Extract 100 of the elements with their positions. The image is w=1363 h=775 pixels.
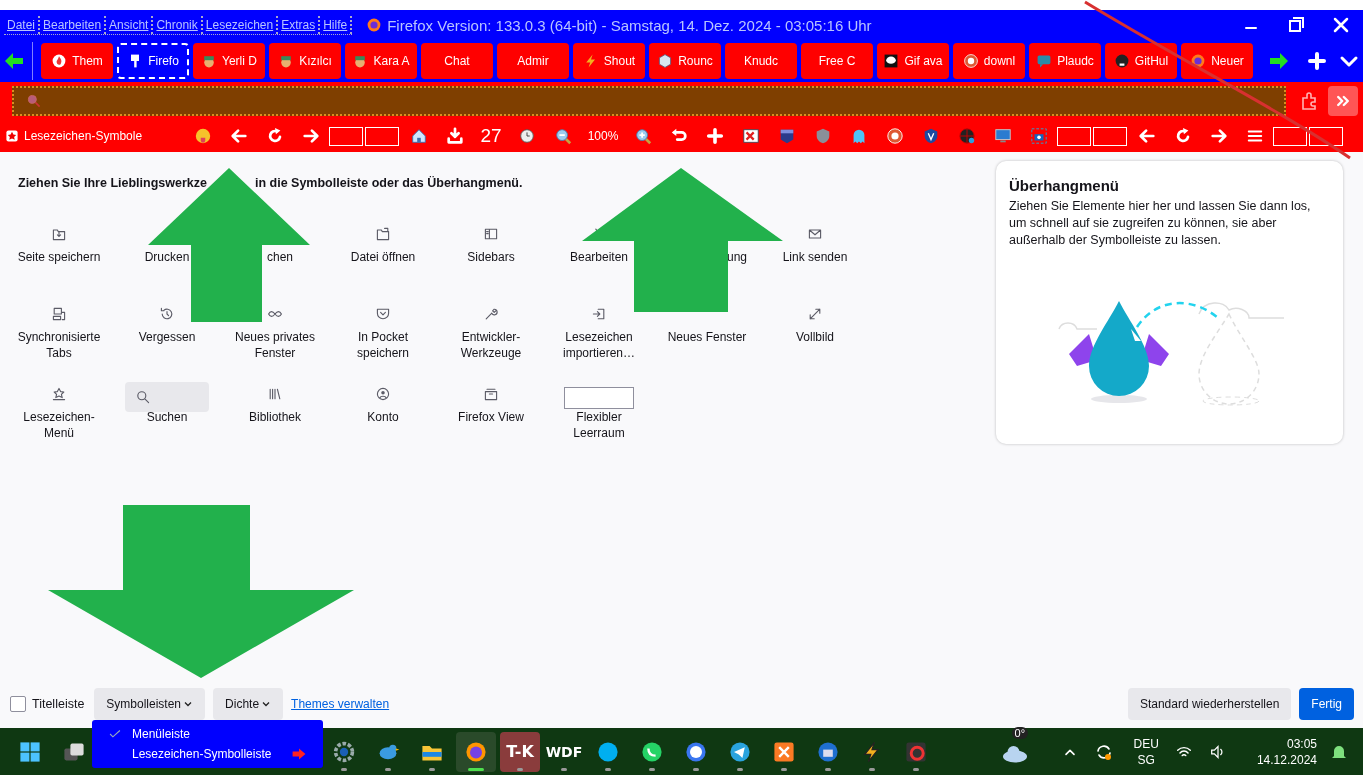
browser-tab[interactable]: Rounc [649,43,721,79]
open-file-icon[interactable] [375,226,391,242]
menu-item[interactable]: Datei [4,15,40,34]
toolbar-item-label[interactable]: Lesezeichen-Menü [9,409,109,441]
forward-icon[interactable] [1210,127,1228,145]
x-logo-icon[interactable] [772,739,796,764]
save-page-icon[interactable] [51,226,67,242]
toolbar-item-label[interactable]: Entwickler-Werkzeuge [441,329,541,361]
zoom-level[interactable]: 100% [581,129,625,143]
phone-bubble-icon[interactable] [640,739,664,764]
toolbar-item-label[interactable]: Neues privates Fenster [225,329,325,361]
bookmarks-folder[interactable]: Lesezeichen-Symbole [24,129,143,143]
browser-tab[interactable]: Free C [801,43,873,79]
browser-tab[interactable]: Knudc [725,43,797,79]
restore-defaults-button[interactable]: Standard wiederherstellen [1127,688,1292,720]
wrench-icon[interactable] [483,306,499,322]
reload-icon[interactable] [1174,127,1192,145]
browser-tab[interactable]: Plaudc [1029,43,1101,79]
pocket-icon[interactable] [375,306,391,322]
monitor-icon[interactable] [994,127,1012,145]
menu-item[interactable]: Lesezeichen-Symbolleiste [92,744,323,764]
toolbar-item-label[interactable]: Link senden [782,249,848,265]
address-field[interactable] [12,86,1286,116]
menu-item[interactable]: Bearbeiten [40,15,107,34]
toolbar-item-label[interactable]: Konto [367,409,399,425]
toolbar-item-label[interactable]: Datei öffnen [350,249,416,265]
synced-devices-icon[interactable] [51,306,67,322]
expand-icon[interactable] [807,306,823,322]
plus-icon[interactable] [706,127,724,145]
menu-item[interactable]: Lesezeichen [202,15,279,34]
clock-time[interactable]: 03:05 [1286,735,1317,752]
browser-tab[interactable]: GitHul [1105,43,1177,79]
camera-icon[interactable] [1030,127,1048,145]
toolbar-item-label[interactable]: Flexibler Leerraum [549,409,649,441]
toolbar-item-label[interactable]: Vergessen [138,329,196,345]
toolbar-item-label[interactable]: Drucken [144,249,190,265]
toolbar-item-label[interactable]: chen [267,249,294,265]
language-indicator[interactable]: DEU [1133,735,1159,752]
toolbar-item-label[interactable]: Neues Fenster [667,329,747,345]
reload-icon[interactable] [266,127,284,145]
toolbar-item-label[interactable]: ung [726,249,747,265]
browser-tab[interactable]: Chat [421,43,493,79]
library-icon[interactable] [267,386,283,402]
bookmark-star-icon[interactable] [5,129,19,143]
scroll-left-icon[interactable] [4,51,24,71]
close-icon[interactable] [1331,15,1351,35]
account-icon[interactable] [375,386,391,402]
menu-item[interactable]: Hilfe [320,15,353,34]
toolbar-item-label[interactable]: Firefox View [458,409,524,425]
home-icon[interactable] [410,127,428,145]
toolbar-item-label[interactable]: Sidebars [467,249,515,265]
toolbar-item-label[interactable]: Vollbild [796,329,834,345]
toolbar-item-label[interactable]: In Pocket speichern [333,329,433,361]
browser-tab[interactable]: Yerli D [193,43,265,79]
back-icon[interactable] [1138,127,1156,145]
firefox-icon[interactable] [464,739,488,764]
menu-item[interactable]: Chronik [153,15,203,34]
browser-tab[interactable]: Shout [573,43,645,79]
banner-icon[interactable] [778,127,796,145]
browser-tab[interactable]: Admir [497,43,569,79]
toolbar-item-label[interactable]: Seite speichern [17,249,101,265]
toolbar-item-label[interactable]: Bearbeiten [569,249,628,265]
clock-date[interactable]: 14.12.2024 [1256,751,1317,768]
back-icon[interactable] [230,127,248,145]
firefox-view-icon[interactable] [483,386,499,402]
browser-tab[interactable]: Gif ava [877,43,949,79]
done-button[interactable]: Fertig [1299,688,1354,720]
window-x-icon[interactable] [742,127,760,145]
browser-tab[interactable]: Firefo [117,43,189,79]
plus-icon[interactable] [1307,51,1327,71]
toolbars-dropdown[interactable]: Symbolleisten [94,688,206,720]
shield-icon[interactable] [922,127,940,145]
browser-tab[interactable]: Neuer [1181,43,1253,79]
overflow-button[interactable] [1328,86,1358,116]
scroll-right-icon[interactable] [1269,51,1289,71]
browser-tab[interactable]: Kızılcı [269,43,341,79]
browser-tab[interactable]: Kara A [345,43,417,79]
clock-icon[interactable] [518,127,536,145]
browser-tab[interactable]: downl [953,43,1025,79]
sidebar-icon[interactable] [483,226,499,242]
paper-plane-icon[interactable] [728,739,752,764]
bookmark-star-icon[interactable] [51,386,67,402]
import-icon[interactable] [591,306,607,322]
menu-item[interactable]: Ansicht [106,15,154,34]
download-icon[interactable] [446,127,464,145]
app-logo[interactable]: WDF [545,743,583,760]
keyboard-layout[interactable]: SG [1137,751,1155,768]
zoom-out-icon[interactable] [554,127,572,145]
zoom-in-icon[interactable] [634,127,652,145]
menu-item[interactable]: Menüleiste [92,724,323,744]
density-dropdown[interactable]: Dichte [213,688,284,720]
toolbar-item-label[interactable]: Bibliothek [249,409,301,425]
toolbar-item-label[interactable]: Synchronisierte Tabs [9,329,109,361]
toolbar-item-label[interactable]: Suchen [146,409,188,425]
globe-icon[interactable] [958,127,976,145]
gear-icon[interactable] [332,739,356,764]
start-icon[interactable] [18,739,42,764]
history-icon[interactable] [159,306,175,322]
emoji-icon[interactable] [194,127,212,145]
toolbar-item-label[interactable]: Lesezeichen importieren… [549,329,649,361]
